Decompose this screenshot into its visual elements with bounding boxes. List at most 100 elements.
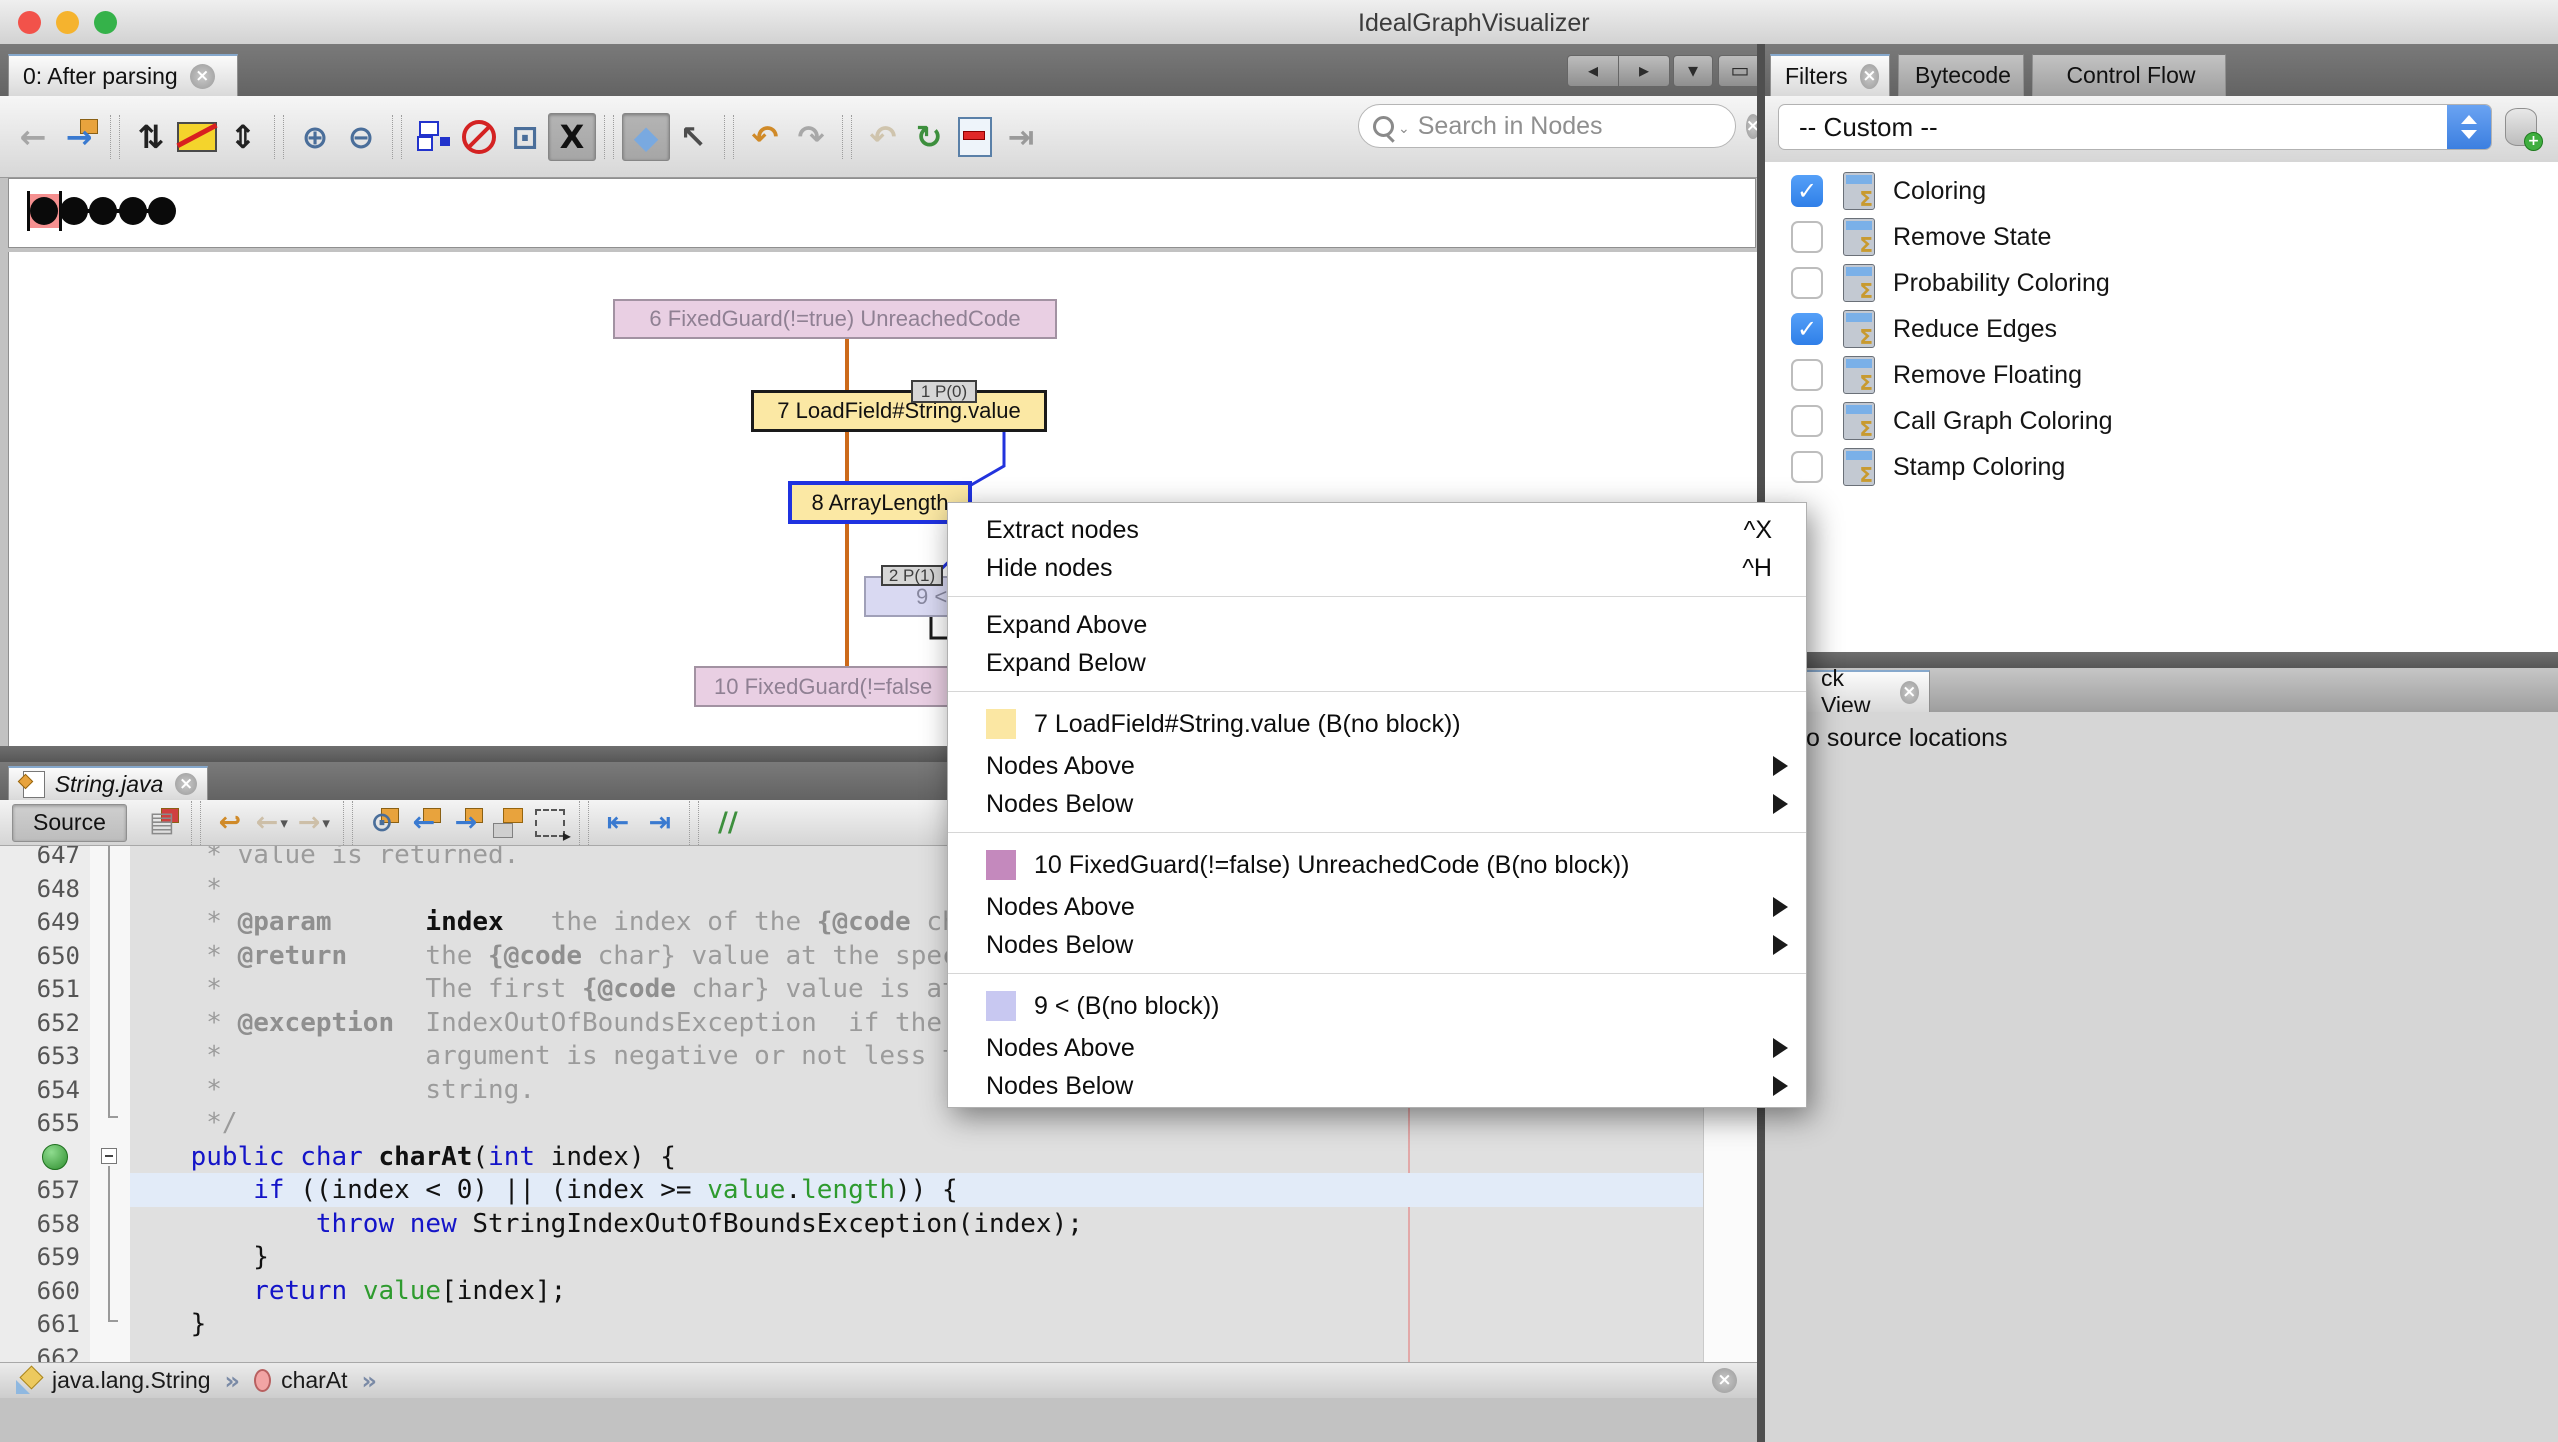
- pan-mode-icon[interactable]: ◆: [622, 112, 670, 161]
- show-whole-graph-icon[interactable]: [410, 114, 456, 160]
- phase-dot-3[interactable]: [118, 197, 147, 225]
- condense-icon[interactable]: ⇅: [128, 114, 174, 160]
- filter-profile-combo[interactable]: -- Custom --: [1778, 104, 2492, 150]
- menu-node-item[interactable]: 7 LoadField#String.value (B(no block)): [948, 701, 1806, 747]
- menu-item[interactable]: Nodes Above: [948, 747, 1806, 785]
- hide-duplicates-icon[interactable]: [174, 114, 220, 160]
- graph-node-6[interactable]: 6 FixedGuard(!=true) UnreachedCode: [613, 299, 1057, 339]
- selection-mode-icon[interactable]: ↖: [670, 114, 716, 160]
- close-filters-tab-icon[interactable]: [1859, 63, 1879, 89]
- menu-item[interactable]: Nodes Above: [948, 888, 1806, 926]
- close-breadcrumb-icon[interactable]: [1712, 1368, 1737, 1393]
- graph-node-7[interactable]: 7 LoadField#String.value: [751, 390, 1047, 432]
- filter-row[interactable]: Probability Coloring: [1765, 260, 2558, 306]
- combo-stepper-icon[interactable]: [2447, 105, 2491, 149]
- previous-graph-icon[interactable]: ←: [10, 114, 56, 160]
- shift-left-icon[interactable]: ⇤: [597, 803, 639, 843]
- phase-dot-2[interactable]: [89, 197, 117, 225]
- import-graph-icon[interactable]: ⇥: [998, 114, 1044, 160]
- filter-checkbox[interactable]: [1791, 221, 1823, 253]
- tab-bytecode[interactable]: Bytecode: [1898, 54, 2024, 96]
- filter-profile-value: -- Custom --: [1799, 111, 1938, 142]
- minimize-window-icon[interactable]: [56, 11, 79, 34]
- close-editor-tab-icon[interactable]: [175, 773, 197, 795]
- filter-checkbox[interactable]: ✓: [1791, 175, 1823, 207]
- zoom-in-icon[interactable]: ⊕: [292, 114, 338, 160]
- phase-dot-4[interactable]: [148, 197, 176, 225]
- history-diff-icon[interactable]: ▤: [141, 803, 183, 843]
- back-icon[interactable]: ← ▾: [251, 803, 293, 843]
- menu-item[interactable]: Extract nodes ^X: [948, 511, 1806, 549]
- shift-right-icon[interactable]: ⇥: [639, 803, 681, 843]
- stack-view-body: o source locations: [1765, 712, 2558, 1442]
- graph-node-10[interactable]: 10 FixedGuard(!=false: [694, 666, 956, 707]
- find-previous-icon[interactable]: ←: [403, 803, 445, 843]
- tab-list-dropdown-icon[interactable]: ▾: [1673, 55, 1713, 87]
- rectangular-selection-icon[interactable]: [529, 803, 571, 845]
- filter-row[interactable]: Remove State: [1765, 214, 2558, 260]
- forward-icon[interactable]: → ▾: [293, 803, 335, 843]
- tab-filters[interactable]: Filters: [1770, 54, 1890, 96]
- editor-tab[interactable]: String.java: [8, 766, 208, 800]
- filter-checkbox[interactable]: [1791, 359, 1823, 391]
- redo-icon[interactable]: ↷: [788, 114, 834, 160]
- maximize-pane-icon[interactable]: ▭: [1718, 55, 1762, 87]
- filter-row[interactable]: Call Graph Coloring: [1765, 398, 2558, 444]
- comment-icon[interactable]: //: [707, 803, 749, 843]
- filter-label: Remove Floating: [1893, 360, 2082, 389]
- source-toggle-button[interactable]: Source: [12, 803, 127, 842]
- menu-item[interactable]: Expand Below: [948, 644, 1806, 682]
- toolbar-separator: [604, 114, 614, 159]
- menu-node-item[interactable]: 10 FixedGuard(!=false) UnreachedCode (B(…: [948, 842, 1806, 888]
- graph-node-8-selected[interactable]: 8 ArrayLength: [788, 481, 972, 524]
- find-next-icon[interactable]: →: [445, 803, 487, 843]
- shrink-difference-icon[interactable]: [952, 114, 998, 160]
- prev-tab-icon[interactable]: ◂: [1567, 55, 1619, 87]
- zoom-window-icon[interactable]: [94, 11, 117, 34]
- toggle-highlight-icon[interactable]: [487, 803, 529, 843]
- breadcrumb-item[interactable]: java.lang.String: [52, 1367, 211, 1394]
- graph-tab[interactable]: 0: After parsing: [8, 54, 238, 96]
- implements-annotation-icon[interactable]: [42, 1143, 68, 1170]
- next-graph-icon[interactable]: →: [56, 114, 102, 160]
- close-stack-view-icon[interactable]: [1899, 680, 1919, 704]
- menu-item[interactable]: Nodes Below: [948, 926, 1806, 964]
- search-input[interactable]: [1415, 110, 1742, 142]
- last-edit-icon[interactable]: ↩: [209, 803, 251, 843]
- filter-row[interactable]: Remove Floating: [1765, 352, 2558, 398]
- search-field[interactable]: ⌄: [1358, 104, 1760, 148]
- zoom-to-fit-icon[interactable]: ⊡: [502, 114, 548, 160]
- menu-item[interactable]: Nodes Below: [948, 785, 1806, 823]
- menu-item[interactable]: Nodes Below: [948, 1067, 1806, 1105]
- menu-item[interactable]: Expand Above: [948, 606, 1806, 644]
- find-selection-icon[interactable]: ⊙: [361, 803, 403, 843]
- filter-checkbox[interactable]: [1791, 405, 1823, 437]
- menu-node-item[interactable]: 9 < (B(no block)): [948, 983, 1806, 1029]
- phase-dot-1[interactable]: [59, 197, 88, 225]
- undo-icon[interactable]: ↶: [742, 114, 788, 160]
- phase-timeline[interactable]: [27, 189, 199, 235]
- close-window-icon[interactable]: [18, 11, 41, 34]
- stop-layout-icon[interactable]: [456, 114, 502, 160]
- close-tab-icon[interactable]: [189, 63, 215, 89]
- extract-difference-icon[interactable]: ↻: [906, 114, 952, 160]
- revert-icon[interactable]: ↶: [860, 114, 906, 160]
- filter-checkbox[interactable]: [1791, 451, 1823, 483]
- free-interactive-layout-icon[interactable]: X: [548, 112, 596, 161]
- breadcrumb-item[interactable]: charAt: [281, 1367, 347, 1394]
- code-line: public char charAt(int index) {: [0, 1140, 1757, 1174]
- expand-icon[interactable]: ⇕: [220, 114, 266, 160]
- phase-dot-0[interactable]: [30, 197, 58, 225]
- add-filter-icon[interactable]: [2505, 108, 2543, 151]
- filter-row[interactable]: Stamp Coloring: [1765, 444, 2558, 490]
- filter-checkbox[interactable]: ✓: [1791, 313, 1823, 345]
- menu-item[interactable]: Hide nodes ^H: [948, 549, 1806, 587]
- filter-row[interactable]: ✓ Reduce Edges: [1765, 306, 2558, 352]
- zoom-out-icon[interactable]: ⊖: [338, 114, 384, 160]
- tab-control-flow[interactable]: Control Flow: [2032, 54, 2226, 96]
- filter-checkbox[interactable]: [1791, 267, 1823, 299]
- filter-row[interactable]: ✓ Coloring: [1765, 168, 2558, 214]
- menu-item[interactable]: Nodes Above: [948, 1029, 1806, 1067]
- next-tab-icon[interactable]: ▸: [1618, 55, 1670, 87]
- fold-toggle-method[interactable]: [101, 1148, 117, 1164]
